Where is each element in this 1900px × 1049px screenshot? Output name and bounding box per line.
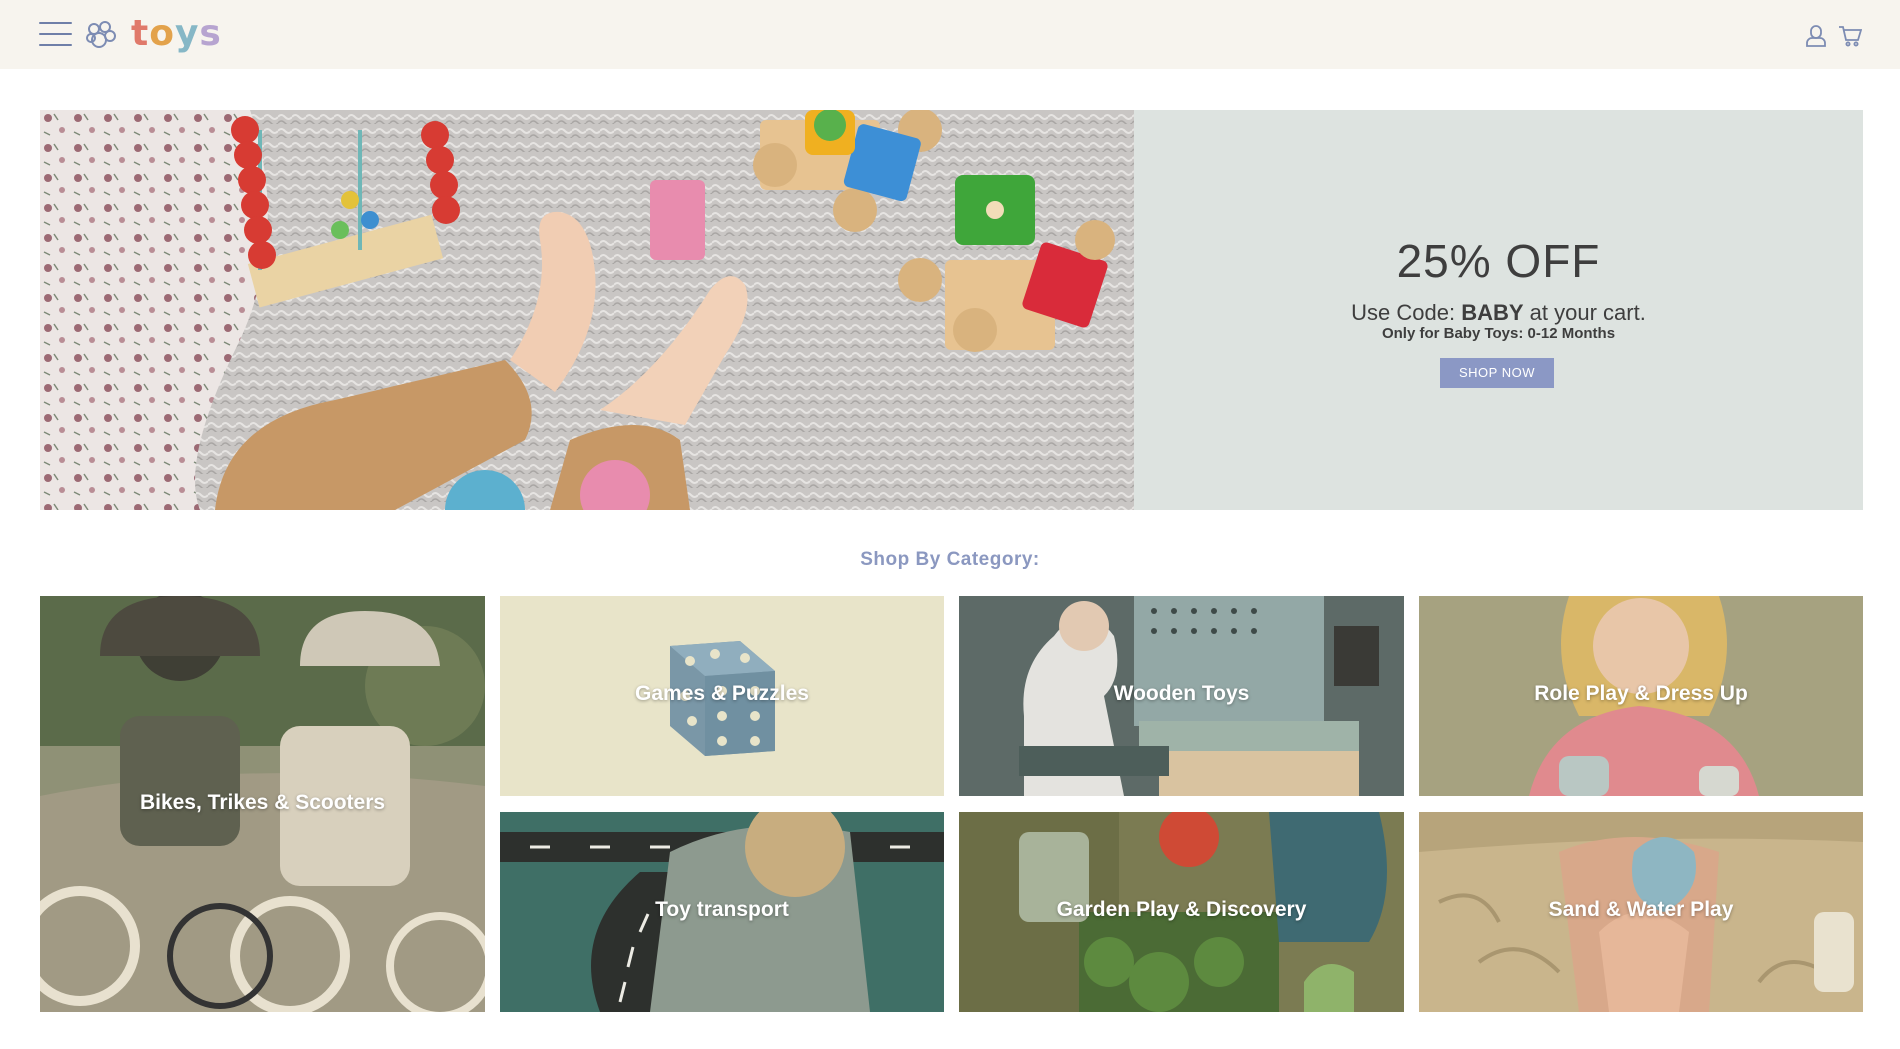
logo-letter: y bbox=[174, 13, 200, 54]
category-label: Games & Puzzles bbox=[635, 682, 809, 705]
cart-icon[interactable] bbox=[1838, 22, 1862, 48]
site-logo[interactable]: toys bbox=[131, 10, 222, 58]
category-heading: Shop By Category: bbox=[860, 549, 1040, 570]
category-tile-bikes[interactable]: Bikes, Trikes & Scooters bbox=[40, 596, 485, 1012]
category-tile-toy-transport[interactable]: Toy transport bbox=[500, 812, 944, 1012]
category-label: Wooden Toys bbox=[1113, 682, 1250, 705]
category-label: Garden Play & Discovery bbox=[1056, 898, 1307, 921]
hero-image[interactable] bbox=[40, 110, 1134, 510]
promo-code-suffix: at your cart. bbox=[1523, 300, 1646, 325]
logo-letter: s bbox=[199, 13, 222, 54]
hero-banner: 25% OFF Use Code: BABY at your cart. Onl… bbox=[40, 110, 1863, 510]
promo-code-prefix: Use Code: bbox=[1351, 300, 1462, 325]
site-header: toys bbox=[0, 0, 1900, 69]
category-label: Sand & Water Play bbox=[1548, 898, 1734, 921]
category-label: Role Play & Dress Up bbox=[1534, 682, 1748, 705]
category-tile-role-play[interactable]: Role Play & Dress Up bbox=[1419, 596, 1863, 796]
hamburger-icon[interactable] bbox=[39, 22, 72, 48]
paw-icon[interactable] bbox=[85, 20, 117, 50]
promo-panel: 25% OFF Use Code: BABY at your cart. Onl… bbox=[1134, 110, 1863, 510]
category-label: Toy transport bbox=[655, 898, 789, 921]
category-tile-wooden-toys[interactable]: Wooden Toys bbox=[959, 596, 1404, 796]
category-label: Bikes, Trikes & Scooters bbox=[139, 791, 386, 814]
category-tile-garden-play[interactable]: Garden Play & Discovery bbox=[959, 812, 1404, 1012]
logo-letter: t bbox=[131, 13, 150, 54]
category-tile-sand-water[interactable]: Sand & Water Play bbox=[1419, 812, 1863, 1012]
category-tile-games-puzzles[interactable]: Games & Puzzles bbox=[500, 596, 944, 796]
promo-code: BABY bbox=[1461, 300, 1524, 325]
promo-title: 25% OFF bbox=[1396, 235, 1601, 287]
logo-letter: o bbox=[149, 13, 175, 54]
user-icon[interactable] bbox=[1804, 22, 1828, 48]
promo-note: Only for Baby Toys: 0-12 Months bbox=[1381, 325, 1616, 342]
promo-code-line: Use Code: BABY at your cart. bbox=[1134, 300, 1863, 326]
shop-now-button[interactable]: SHOP NOW bbox=[1440, 358, 1554, 388]
